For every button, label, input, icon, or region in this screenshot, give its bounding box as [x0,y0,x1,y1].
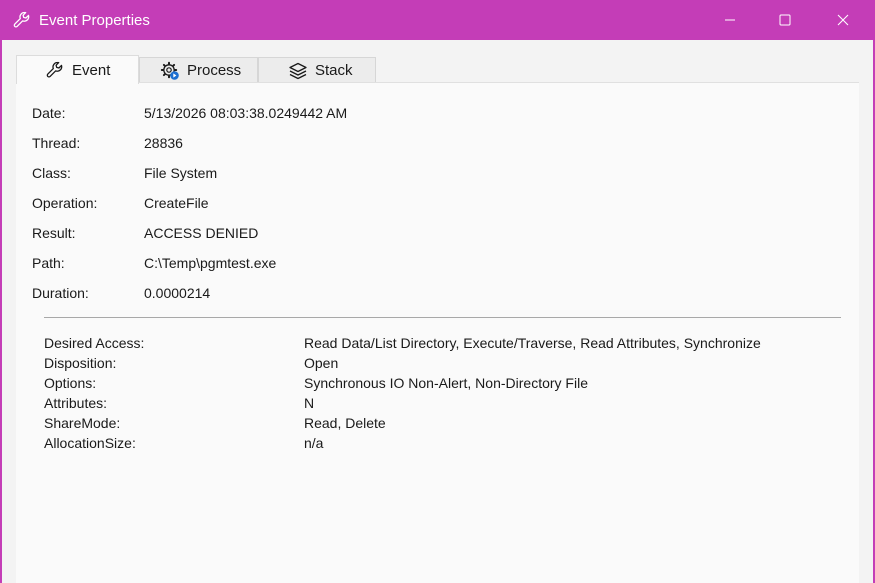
window-title: Event Properties [39,12,150,29]
detail-value: n/a [304,435,324,451]
detail-label: ShareMode: [44,415,121,431]
tab-label: Process [187,62,242,79]
field-value: ACCESS DENIED [144,225,259,241]
tab-process[interactable]: Process [139,57,258,83]
detail-label: Attributes: [44,395,108,411]
gear-icon [160,61,179,80]
tab-event[interactable]: Event [16,55,139,84]
minimize-icon [725,19,735,21]
detail-label: Disposition: [44,355,117,371]
detail-value: Read, Delete [304,415,386,431]
tab-label: Stack [315,62,353,79]
detail-label: Desired Access: [44,335,145,351]
detail-value: Open [304,355,339,371]
detail-label: Options: [44,375,97,391]
field-label: Result: [32,225,76,241]
field-value: C:\Temp\pgmtest.exe [144,255,277,271]
tab-stack[interactable]: Stack [258,57,376,83]
field-label: Class: [32,165,71,181]
field-label: Thread: [32,135,81,151]
close-icon [837,14,849,26]
detail-value: Synchronous IO Non-Alert, Non-Directory … [304,375,588,391]
detail-value: Read Data/List Directory, Execute/Traver… [304,335,761,351]
field-value: File System [144,165,218,181]
field-value: 5/13/2026 08:03:38.0249442 AM [144,105,348,121]
field-value: CreateFile [144,195,209,211]
detail-label: AllocationSize: [44,435,136,451]
event-panel: Date: 5/13/2026 08:03:38.0249442 AM Thre… [16,82,859,583]
maximize-button[interactable] [756,0,814,40]
detail-value: N [304,395,315,411]
field-value: 28836 [144,135,183,151]
wrench-icon [46,61,63,78]
maximize-icon [779,14,791,26]
minimize-button[interactable] [701,0,759,40]
layers-icon [289,62,307,79]
field-label: Duration: [32,285,89,301]
section-divider [44,317,841,318]
field-label: Path: [32,255,65,271]
wrench-icon [13,11,30,28]
field-value: 0.0000214 [144,285,211,301]
field-label: Date: [32,105,66,121]
close-button[interactable] [814,0,872,40]
title-bar[interactable]: Event Properties [2,0,873,40]
tab-label: Event [72,61,111,79]
event-properties-window: Event Properties Event Process Stack Dat… [0,0,875,583]
tab-strip: Event Process Stack [16,55,862,84]
field-label: Operation: [32,195,98,211]
